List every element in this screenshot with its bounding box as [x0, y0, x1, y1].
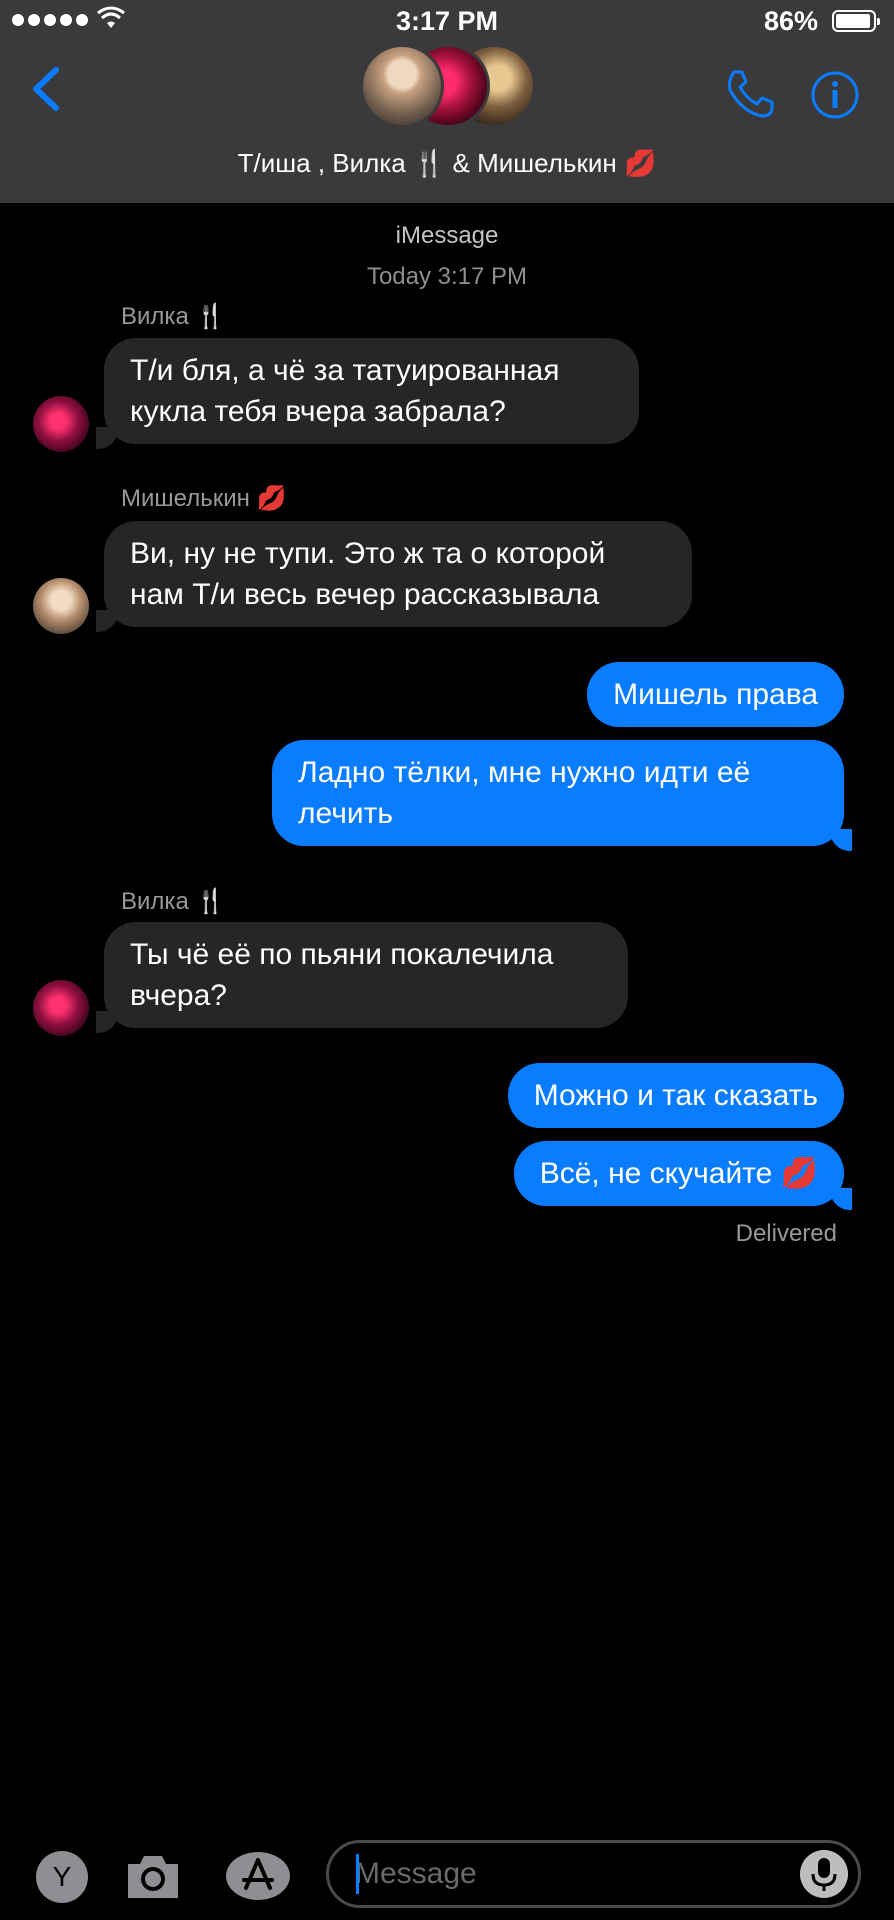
message-input[interactable]: [326, 1840, 861, 1908]
incoming-message-bubble[interactable]: Ты чё её по пьяни покалечила вчера?: [104, 922, 628, 1028]
status-time: 3:17 PM: [395, 6, 499, 36]
bubble-tail: [96, 610, 118, 632]
avatar: [360, 44, 444, 128]
group-avatars[interactable]: [360, 44, 536, 130]
phone-icon[interactable]: [722, 66, 778, 122]
bubble-tail: [96, 1011, 118, 1033]
service-label: iMessage: [395, 222, 499, 249]
conversation-timestamp: Today 3:17 PM: [366, 263, 528, 290]
sender-name: Вилка 🍴: [121, 888, 226, 915]
outgoing-message-bubble[interactable]: Ладно тёлки, мне нужно идти её лечить: [272, 740, 844, 846]
outgoing-message-bubble[interactable]: Мишель права: [587, 662, 844, 727]
outgoing-message-bubble[interactable]: Можно и так сказать: [507, 1063, 844, 1128]
avatar[interactable]: [33, 578, 89, 634]
y-app-button[interactable]: Y: [36, 1851, 88, 1903]
battery-percentage: 86%: [763, 6, 818, 36]
avatar[interactable]: [33, 980, 89, 1036]
status-bar: 3:17 PM 86%: [0, 0, 894, 42]
incoming-message-bubble[interactable]: Ви, ну не тупи. Это ж та о которой нам Т…: [104, 521, 692, 627]
delivered-status: Delivered: [735, 1220, 837, 1247]
chat-header: 3:17 PM 86% Т/иша , Вилка 🍴 & Мишелькин …: [0, 0, 894, 203]
avatar[interactable]: [33, 396, 89, 452]
app-store-icon[interactable]: [222, 1848, 294, 1904]
back-chevron-icon[interactable]: [26, 64, 66, 114]
text-cursor: [356, 1854, 359, 1894]
bubble-tail: [96, 427, 118, 449]
microphone-icon[interactable]: [800, 1850, 848, 1898]
camera-icon[interactable]: [122, 1848, 184, 1904]
sender-name: Мишелькин 💋: [121, 485, 287, 512]
outgoing-message-bubble[interactable]: Всё, не скучайте 💋: [513, 1141, 844, 1206]
battery-icon: [832, 10, 880, 32]
bubble-tail: [830, 829, 852, 851]
bubble-tail: [830, 1188, 852, 1210]
sender-name: Вилка 🍴: [121, 303, 226, 330]
group-title[interactable]: Т/иша , Вилка 🍴 & Мишелькин 💋: [0, 148, 894, 179]
info-icon[interactable]: [810, 70, 860, 120]
incoming-message-bubble[interactable]: Т/и бля, а чё за татуированная кукла теб…: [104, 338, 639, 444]
